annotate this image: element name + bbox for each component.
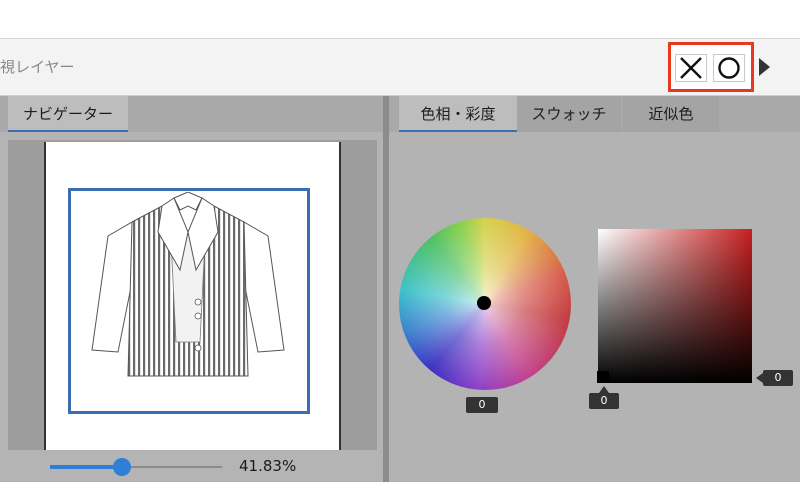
expand-arrow-icon[interactable]: [759, 58, 770, 76]
zoom-slider-fill: [50, 465, 123, 469]
hue-wheel-marker[interactable]: [477, 296, 491, 310]
tab-navigator[interactable]: ナビゲーター: [8, 96, 128, 132]
close-icon: [680, 57, 702, 79]
jacket-thumbnail: [91, 192, 285, 377]
toolbar-title: 視レイヤー: [0, 58, 75, 76]
circle-button[interactable]: [713, 54, 745, 82]
panels: ナビゲーター 41.83% 色相・彩度 スウォッチ 近似色 0 0 0: [0, 96, 800, 482]
top-strip: [0, 0, 800, 38]
saturation-brightness-marker[interactable]: [597, 371, 609, 383]
tab-swatches[interactable]: スウォッチ: [517, 96, 621, 132]
zoom-value: 41.83%: [239, 457, 297, 475]
close-button[interactable]: [675, 54, 707, 82]
circle-icon: [718, 57, 740, 79]
saturation-brightness-square[interactable]: [598, 229, 752, 383]
navigator-preview-area[interactable]: [8, 140, 377, 450]
color-panel: 色相・彩度 スウォッチ 近似色 0 0 0: [389, 96, 800, 482]
saturation-value-badge: 0: [589, 386, 619, 409]
tab-similar-colors[interactable]: 近似色: [623, 96, 719, 132]
brightness-value-badge: 0: [756, 370, 793, 386]
zoom-row: 41.83%: [0, 454, 383, 482]
highlight-box: [668, 42, 754, 92]
zoom-slider-handle[interactable]: [113, 458, 132, 476]
tab-hue-saturation[interactable]: 色相・彩度: [399, 96, 517, 132]
hue-value-badge: 0: [466, 397, 498, 413]
navigator-panel: ナビゲーター 41.83%: [0, 96, 383, 482]
color-tabbar: 色相・彩度 スウォッチ 近似色: [389, 96, 800, 132]
navigator-tabbar: ナビゲーター: [0, 96, 383, 132]
layer-toolbar: 視レイヤー: [0, 38, 800, 96]
hue-wheel[interactable]: [399, 218, 571, 390]
